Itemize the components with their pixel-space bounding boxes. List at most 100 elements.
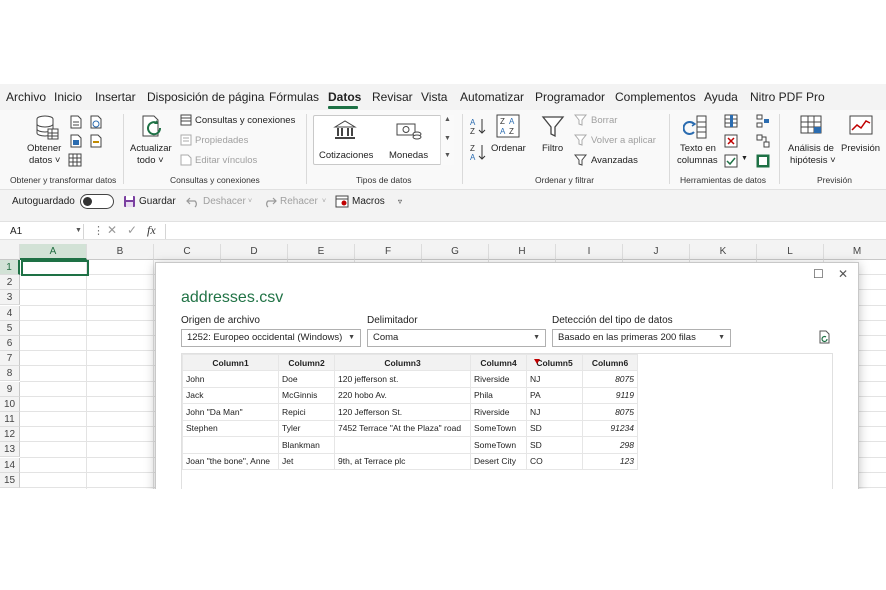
sort-desc-icon[interactable]: ZA (470, 143, 486, 161)
column-header-b[interactable]: B (87, 244, 154, 260)
row-header-3[interactable]: 3 (0, 290, 20, 306)
relationships-icon[interactable] (756, 134, 770, 148)
avanzadas-button[interactable]: Avanzadas (591, 155, 638, 166)
confirm-entry-icon[interactable]: ✓ (127, 223, 137, 237)
customize-qat-icon[interactable]: ▿ (398, 197, 402, 206)
row-header-12[interactable]: 12 (0, 427, 20, 443)
menu-archivo[interactable]: Archivo (6, 90, 46, 104)
data-validation-icon[interactable] (724, 154, 738, 168)
autosave-toggle[interactable] (80, 194, 114, 209)
close-icon[interactable]: ✕ (838, 267, 848, 281)
remove-duplicates-icon[interactable] (724, 134, 738, 148)
refresh-preview-icon[interactable] (818, 330, 832, 344)
select-all-corner[interactable] (0, 244, 20, 260)
table-cell: Desert City (470, 452, 527, 470)
column-header-d[interactable]: D (221, 244, 288, 260)
row-header-7[interactable]: 7 (0, 351, 20, 367)
menu-insertar[interactable]: Insertar (95, 90, 136, 104)
table-cell: John "Da Man" (182, 403, 279, 421)
column-header-g[interactable]: G (422, 244, 489, 260)
menu-vista[interactable]: Vista (421, 90, 447, 104)
rehacer-button[interactable]: Rehacer (280, 196, 318, 207)
column-header-l[interactable]: L (757, 244, 824, 260)
import-dialog: ☐ ✕ addresses.csv Origen de archivo 1252… (155, 262, 859, 489)
scroll-up-icon[interactable]: ▲ (444, 116, 451, 123)
undo-dropdown-icon[interactable]: ˅ (248, 198, 252, 205)
column-header-j[interactable]: J (623, 244, 690, 260)
from-web-icon[interactable] (90, 115, 102, 129)
column-header-f[interactable]: F (355, 244, 422, 260)
gridline (153, 260, 154, 489)
consolidate-icon[interactable] (756, 114, 770, 128)
menu-revisar[interactable]: Revisar (372, 90, 413, 104)
column-header-i[interactable]: I (556, 244, 623, 260)
row-header-14[interactable]: 14 (0, 457, 20, 473)
group-divider (306, 114, 307, 184)
svg-text:Z: Z (509, 127, 514, 136)
row-header-6[interactable]: 6 (0, 336, 20, 351)
menu-formulas[interactable]: Fórmulas (269, 90, 319, 104)
menu-datos[interactable]: Datos (328, 90, 361, 104)
row-header-11[interactable]: 11 (0, 412, 20, 427)
row-header-9[interactable]: 9 (0, 381, 20, 397)
advanced-filter-icon (574, 154, 588, 166)
sort-asc-icon[interactable]: AZ (470, 117, 486, 135)
recent-sources-icon[interactable] (90, 134, 102, 148)
row-header-15[interactable]: 15 (0, 472, 20, 488)
row-header-5[interactable]: 5 (0, 320, 20, 336)
gallery-scroll[interactable]: ▲ ▼ ▼ (440, 115, 454, 165)
row-header-4[interactable]: 4 (0, 305, 20, 321)
menu-inicio[interactable]: Inicio (54, 90, 82, 104)
row-header-10[interactable]: 10 (0, 396, 20, 412)
editar-vinculos-button[interactable]: Editar vínculos (195, 155, 257, 166)
propiedades-button[interactable]: Propiedades (195, 135, 248, 146)
name-box-dropdown-icon[interactable]: ▼ (75, 227, 82, 234)
borrar-button[interactable]: Borrar (591, 115, 617, 126)
existing-connections-icon[interactable] (68, 153, 82, 167)
maximize-icon[interactable]: ☐ (813, 267, 824, 281)
from-text-icon[interactable] (70, 115, 82, 129)
table-cell: 9119 (582, 386, 638, 404)
preview-table: Column1 Column2 Column3 Column4 Column5 … (182, 354, 638, 470)
column-header-a[interactable]: A (20, 244, 87, 260)
deshacer-button[interactable]: Deshacer (203, 196, 246, 207)
data-validation-dropdown-icon[interactable]: ▼ (741, 155, 748, 162)
col-header: Column4 (470, 354, 527, 371)
menu-nitro[interactable]: Nitro PDF Pro (750, 90, 825, 104)
formula-input[interactable] (168, 224, 882, 239)
data-model-icon[interactable] (756, 154, 770, 168)
macros-button[interactable]: Macros (352, 196, 385, 207)
delimitador-select[interactable]: Coma ▼ (367, 329, 546, 347)
scroll-down-icon[interactable]: ▼ (444, 135, 451, 142)
row-header-8[interactable]: 8 (0, 366, 20, 382)
more-options-icon[interactable]: ⋮ (93, 224, 104, 237)
menu-ayuda[interactable]: Ayuda (704, 90, 738, 104)
column-header-c[interactable]: C (154, 244, 221, 260)
deteccion-select[interactable]: Basado en las primeras 200 filas ▼ (552, 329, 731, 347)
column-header-m[interactable]: M (824, 244, 886, 260)
active-cell[interactable] (21, 260, 89, 276)
group-label-prevision: Previsión (817, 175, 852, 185)
menu-disposicion[interactable]: Disposición de página (147, 90, 264, 104)
row-header-13[interactable]: 13 (0, 442, 20, 458)
menu-complementos[interactable]: Complementos (615, 90, 696, 104)
row-header-1[interactable]: 1 (0, 260, 20, 275)
redo-dropdown-icon[interactable]: ˅ (322, 198, 326, 205)
gallery-expand-icon[interactable]: ▼ (444, 152, 451, 159)
column-header-h[interactable]: H (489, 244, 556, 260)
consultas-conexiones-button[interactable]: Consultas y conexiones (195, 115, 295, 126)
row-header-2[interactable]: 2 (0, 275, 20, 291)
menu-programador[interactable]: Programador (535, 90, 605, 104)
svg-text:Z: Z (470, 127, 475, 135)
flash-fill-icon[interactable] (724, 114, 738, 128)
menu-automatizar[interactable]: Automatizar (460, 90, 524, 104)
column-header-e[interactable]: E (288, 244, 355, 260)
column-header-k[interactable]: K (690, 244, 757, 260)
cancel-entry-icon[interactable]: ✕ (107, 223, 117, 237)
origen-select[interactable]: 1252: Europeo occidental (Windows) ▼ (181, 329, 361, 347)
volver-aplicar-button[interactable]: Volver a aplicar (591, 135, 656, 146)
guardar-button[interactable]: Guardar (139, 196, 176, 207)
from-table-icon[interactable] (70, 134, 82, 148)
insert-function-icon[interactable]: fx (147, 223, 156, 238)
name-box[interactable]: A1 (4, 224, 84, 239)
